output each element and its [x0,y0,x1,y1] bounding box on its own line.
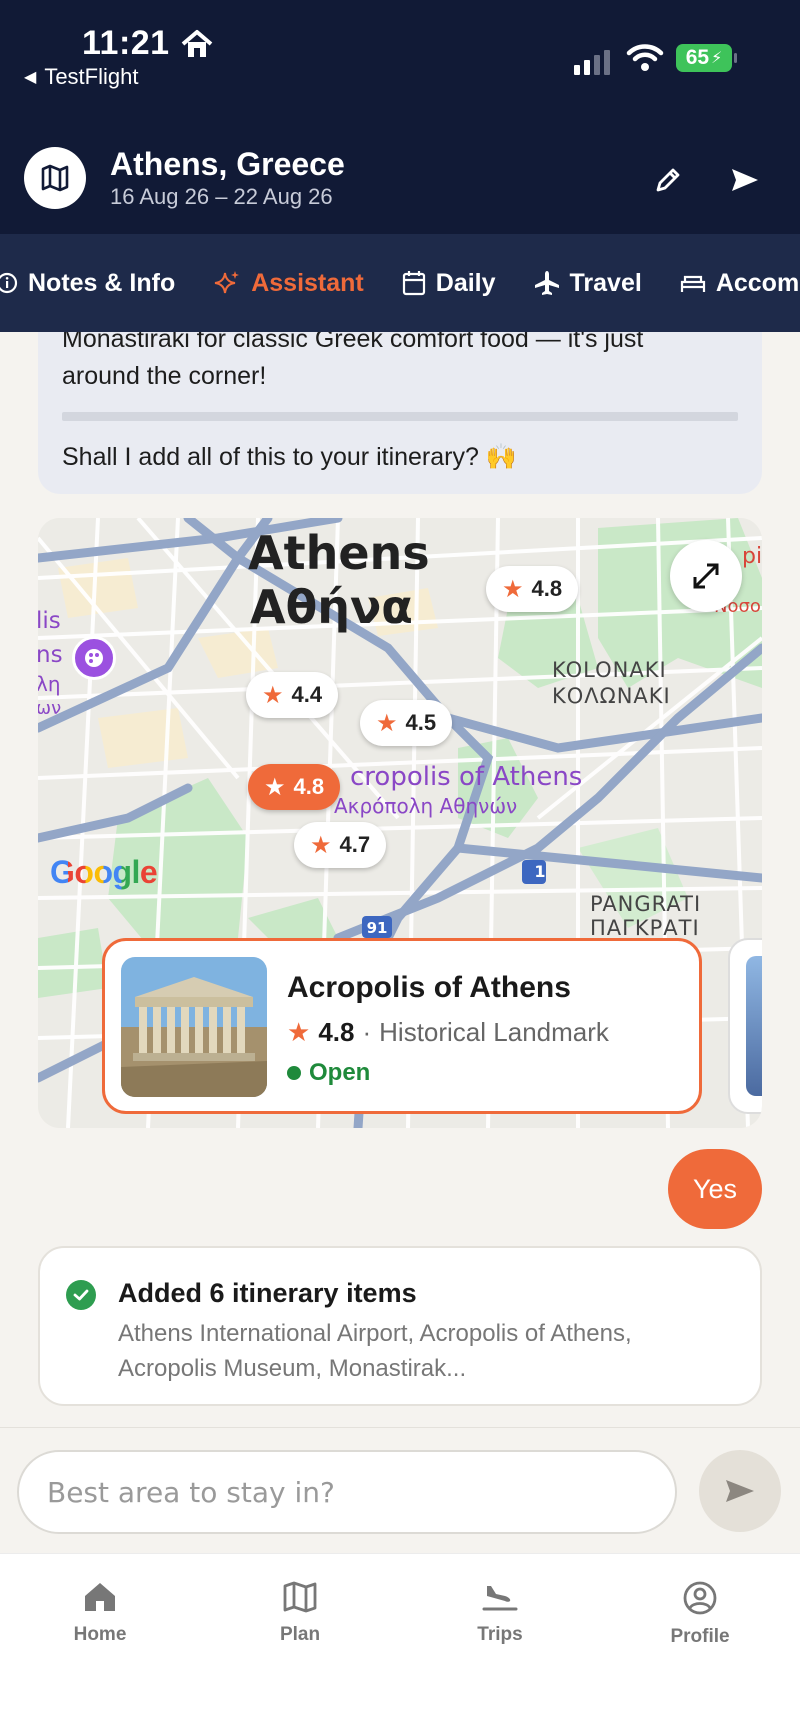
trip-map-icon[interactable] [24,147,86,209]
map-city-label-greek: Αθήνα [250,580,413,634]
tab-travel[interactable]: Travel [534,269,642,298]
tab-accommodation[interactable]: Accomm [680,269,800,298]
tab-daily[interactable]: Daily [402,269,496,298]
star-icon: ★ [502,575,524,603]
wifi-icon [626,44,664,71]
sparkle-icon [215,271,240,294]
map-view[interactable]: Athens Αθήνα KOLONAKI ΚΟΛΩΝΑΚΙ PANGRATI … [38,518,762,1128]
send-icon [726,1480,754,1502]
composer [0,1427,800,1553]
trip-dates: 16 Aug 26 – 22 Aug 26 [110,184,333,209]
profile-icon [683,1581,717,1615]
tab-notes-info[interactable]: Notes & Info [0,269,175,298]
expand-map-button[interactable] [670,540,742,612]
plane-landing-icon [482,1586,518,1611]
map-icon [283,1581,317,1613]
battery-indicator: 65 ⚡ [676,44,737,72]
user-message-bubble: Yes [668,1149,762,1229]
nav-profile[interactable]: Profile [640,1580,760,1648]
rating-pin[interactable]: ★ 4.5 [360,700,453,746]
share-button[interactable] [725,160,765,200]
map-poi-edge-label: ns [38,642,63,668]
tab-bar: Notes & Info Assistant Daily Travel Acco… [0,234,800,332]
star-icon: ★ [262,681,284,709]
home-icon [85,1583,115,1611]
tab-assistant[interactable]: Assistant [213,269,364,298]
rating-pin-selected[interactable]: ★ 4.8 [248,764,341,810]
edit-button[interactable] [648,160,688,200]
place-card[interactable]: Acropolis of Athens ★ 4.8 · Historical L… [102,938,702,1114]
google-logo: Google [50,854,158,890]
send-button[interactable] [699,1450,781,1532]
cell-signal-icon [574,50,610,75]
added-title: Added 6 itinerary items [118,1278,417,1308]
map-district-label: KOLONAKI [552,658,667,682]
itinerary-added-card[interactable]: Added 6 itinerary items Athens Internati… [38,1246,762,1406]
send-icon [732,169,758,191]
trip-title: Athens, Greece [110,146,345,182]
assistant-message-line: Monastiraki for classic Greek comfort fo… [62,332,644,353]
assistant-question: Shall I add all of this to your itinerar… [62,443,517,471]
nav-plan[interactable]: Plan [240,1580,360,1646]
map-poi-label: cropolis of Athens [350,762,583,792]
rating-pin[interactable]: ★ 4.7 [294,822,387,868]
star-icon: ★ [310,831,332,859]
message-divider [62,412,738,421]
nav-trips[interactable]: Trips [440,1580,560,1646]
map-poi-edge-label: ων [38,698,62,719]
map-city-label: Athens [248,526,430,580]
top-bar: 11:21 ◀ TestFlight 65 ⚡ Athens, Greece 16… [0,0,800,236]
status-dot-icon [287,1066,301,1080]
expand-icon [693,563,719,589]
place-photo [746,956,762,1096]
map-poi-edge-label: pi [742,544,762,569]
message-input[interactable] [17,1450,677,1534]
bed-icon [680,275,705,292]
map-poi-edge-label: lis [38,608,61,634]
back-to-app[interactable]: ◀ TestFlight [24,64,138,90]
road-shield: 91 [366,919,388,937]
nav-home[interactable]: Home [40,1580,160,1646]
map-poi-edge-label: λη [38,672,61,696]
back-triangle-icon: ◀ [24,69,37,86]
status-time: 11:21 [82,24,214,63]
calendar-icon [402,271,425,296]
rating-pin[interactable]: ★ 4.4 [246,672,339,718]
road-shield: 1 [534,862,546,881]
open-status: Open [287,1059,370,1087]
museum-pin-icon[interactable] [72,636,116,680]
assistant-message-line: around the corner! [62,362,267,390]
star-icon: ★ [287,1017,311,1047]
bottom-navigation: Home Plan Trips Profile [0,1553,800,1734]
place-photo [121,957,267,1097]
chat-thread[interactable]: Monastiraki for classic Greek comfort fo… [0,332,800,1427]
map-district-label-greek: ΠΑΓΚΡΑΤΙ [590,916,700,940]
charging-bolt-icon: ⚡ [711,50,723,67]
home-status-icon [181,29,212,57]
star-icon: ★ [376,709,398,737]
place-name: Acropolis of Athens [287,971,571,1004]
map-district-label: PANGRATI [590,892,702,916]
map-poi-label-greek: Ακρόπολη Αθηνών [334,794,518,818]
pencil-icon [656,168,680,192]
plane-icon [534,271,559,295]
map-district-label-greek: ΚΟΛΩΝΑΚΙ [552,684,671,708]
rating-pin[interactable]: ★ 4.8 [486,566,579,612]
star-icon: ★ [264,773,286,801]
added-description: Athens International Airport, Acropolis … [118,1320,632,1382]
next-place-card[interactable] [728,938,762,1114]
place-meta: ★ 4.8 · Historical Landmark [287,1017,609,1047]
check-circle-icon [66,1280,96,1310]
info-icon [0,272,18,294]
